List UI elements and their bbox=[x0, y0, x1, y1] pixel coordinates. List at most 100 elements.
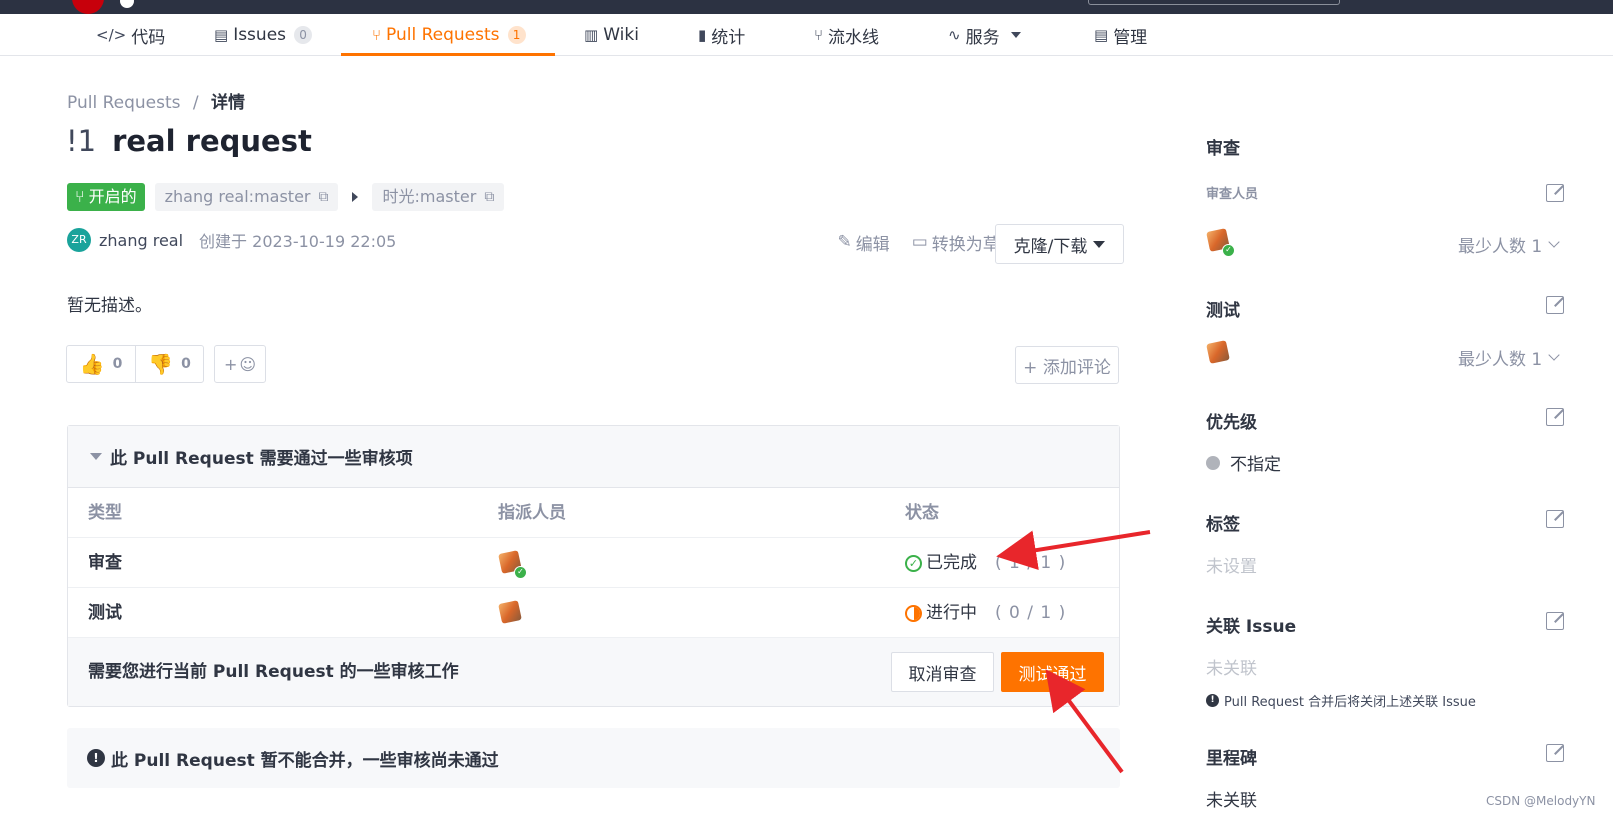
tab-label: 管理 bbox=[1113, 27, 1148, 48]
issue-value: 未关联 bbox=[1206, 659, 1257, 679]
status-text: 已完成 bbox=[926, 553, 977, 573]
sidebar-test-title: 测试 bbox=[1206, 301, 1240, 321]
pr-description: 暂无描述。 bbox=[67, 296, 152, 316]
status-text: 进行中 bbox=[926, 603, 977, 623]
tab-wiki[interactable]: ▥ Wiki bbox=[584, 14, 639, 56]
issues-count-badge: 0 bbox=[294, 26, 313, 44]
milestone-text: 未关联 bbox=[1206, 791, 1257, 811]
issues-icon: ▤ bbox=[214, 26, 229, 44]
issue-note: ! Pull Request 合并后将关闭上述关联 Issue bbox=[1206, 691, 1476, 710]
row-type: 审查 bbox=[88, 553, 122, 573]
edit-priority-icon[interactable] bbox=[1546, 408, 1564, 426]
table-row: 测试 进行中 ( 0 / 1 ) bbox=[68, 588, 1119, 638]
sidebar-milestone-title: 里程碑 bbox=[1206, 749, 1257, 769]
avatar-image bbox=[498, 600, 522, 624]
source-branch: zhang real:master ⧉ bbox=[154, 183, 339, 211]
logo-icon[interactable] bbox=[72, 0, 104, 14]
tester-avatar[interactable] bbox=[498, 600, 524, 626]
in-progress-icon bbox=[905, 604, 922, 622]
thumbs-up-count: 0 bbox=[112, 356, 123, 372]
edit-milestone-icon[interactable] bbox=[1546, 744, 1564, 762]
priority-dot-icon bbox=[1206, 455, 1220, 470]
sidebar-priority-title: 优先级 bbox=[1206, 413, 1257, 433]
priority-value: 不指定 bbox=[1206, 450, 1281, 475]
arrow-right-icon bbox=[352, 192, 359, 202]
created-time: 创建于 2023-10-19 22:05 bbox=[199, 232, 397, 251]
chevron-down-icon bbox=[1548, 349, 1560, 361]
target-branch-name: 时光:master bbox=[382, 187, 477, 206]
avatar-image bbox=[1206, 340, 1230, 364]
breadcrumb-root-link[interactable]: Pull Requests bbox=[67, 93, 181, 113]
clone-download-button[interactable]: 克隆/下载 bbox=[995, 224, 1124, 264]
check-icon: ✓ bbox=[514, 566, 527, 579]
collapse-icon bbox=[90, 453, 102, 460]
test-pass-button[interactable]: 测试通过 bbox=[1001, 652, 1104, 692]
chart-icon: ▮ bbox=[698, 26, 707, 44]
chevron-down-icon bbox=[1093, 240, 1106, 248]
edit-button[interactable]: ✎ 编辑 bbox=[837, 230, 889, 255]
sidebar-labels-title: 标签 bbox=[1206, 515, 1240, 535]
warning-icon: ! bbox=[87, 749, 105, 767]
tab-code[interactable]: </> 代码 bbox=[96, 14, 165, 56]
add-reaction-plus: + bbox=[223, 354, 238, 374]
repo-tabs: </> 代码 ▤ Issues 0 ⑂ Pull Requests 1 ▥ Wi… bbox=[0, 14, 1613, 56]
edit-labels-icon[interactable] bbox=[1546, 510, 1564, 528]
status-ratio: ( 1 / 1 ) bbox=[995, 553, 1067, 573]
manage-icon: ▤ bbox=[1094, 26, 1109, 44]
tab-label: 统计 bbox=[711, 27, 746, 48]
thumbs-up-button[interactable]: 👍 0 bbox=[67, 346, 135, 382]
author-row: ZR zhang real 创建于 2023-10-19 22:05 bbox=[67, 228, 396, 252]
avatar[interactable]: ZR bbox=[67, 228, 91, 252]
status-label: 开启的 bbox=[88, 187, 137, 206]
tab-manage[interactable]: ▤ 管理 bbox=[1094, 14, 1147, 56]
tab-stats[interactable]: ▮ 统计 bbox=[698, 14, 745, 56]
min-reviewers-value: 最少人数 1 bbox=[1458, 237, 1543, 257]
pr-status-row: ⑂ 开启的 zhang real:master ⧉ 时光:master ⧉ bbox=[67, 183, 505, 211]
review-table-header: 类型 指派人员 状态 bbox=[68, 488, 1119, 538]
reviewer-avatar[interactable]: ✓ bbox=[498, 550, 527, 579]
tester-avatar[interactable] bbox=[1206, 340, 1232, 366]
top-navbar bbox=[0, 0, 1613, 14]
edit-testers-icon[interactable] bbox=[1546, 296, 1564, 314]
min-reviewers-select[interactable]: 最少人数 1 bbox=[1458, 232, 1560, 257]
tab-label: 流水线 bbox=[828, 27, 880, 48]
sidebar-review-title: 审查 bbox=[1206, 139, 1240, 159]
author-name[interactable]: zhang real bbox=[99, 231, 183, 250]
review-panel-title: 此 Pull Request 需要通过一些审核项 bbox=[110, 449, 413, 469]
tab-services[interactable]: ∿ 服务 bbox=[948, 14, 1021, 56]
add-reaction-button[interactable]: + ☺ bbox=[214, 345, 266, 383]
sidebar-reviewers-label: 审查人员 bbox=[1206, 187, 1259, 202]
status-ratio: ( 0 / 1 ) bbox=[995, 603, 1067, 623]
global-search-input[interactable] bbox=[1088, 0, 1340, 5]
copy-icon[interactable]: ⧉ bbox=[484, 183, 494, 211]
pr-number: !1 bbox=[66, 124, 97, 158]
row-type: 测试 bbox=[88, 603, 122, 623]
check-icon: ✓ bbox=[1222, 244, 1235, 257]
merge-notice: ! 此 Pull Request 暂不能合并，一些审核尚未通过 bbox=[67, 728, 1120, 788]
edit-reviewers-icon[interactable] bbox=[1546, 184, 1564, 202]
pulse-icon: ∿ bbox=[948, 26, 961, 44]
tab-pipeline[interactable]: ⑂ 流水线 bbox=[814, 14, 879, 56]
copy-icon[interactable]: ⧉ bbox=[318, 183, 328, 211]
add-comment-button[interactable]: + 添加评论 bbox=[1015, 346, 1119, 384]
pipeline-icon: ⑂ bbox=[814, 26, 824, 44]
review-footer-message: 需要您进行当前 Pull Request 的一些审核工作 bbox=[88, 662, 459, 682]
active-tab-indicator bbox=[341, 53, 555, 56]
breadcrumb-current: 详情 bbox=[211, 93, 246, 113]
thumbs-down-button[interactable]: 👎 0 bbox=[135, 346, 203, 382]
min-testers-select[interactable]: 最少人数 1 bbox=[1458, 345, 1560, 370]
review-panel-header[interactable]: 此 Pull Request 需要通过一些审核项 bbox=[68, 426, 1119, 488]
table-row: 审查 ✓ ✓ 已完成 ( 1 / 1 ) bbox=[68, 538, 1119, 588]
status-badge: ⑂ 开启的 bbox=[67, 183, 145, 211]
column-assignee: 指派人员 bbox=[498, 503, 566, 523]
tab-issues[interactable]: ▤ Issues 0 bbox=[214, 14, 313, 56]
issue-note-text: Pull Request 合并后将关闭上述关联 Issue bbox=[1224, 695, 1476, 710]
source-branch-name: zhang real:master bbox=[164, 187, 311, 206]
priority-text: 不指定 bbox=[1230, 455, 1281, 475]
edit-label: 编辑 bbox=[855, 234, 890, 255]
reviewer-avatar[interactable]: ✓ bbox=[1206, 228, 1235, 257]
review-table: 类型 指派人员 状态 审查 ✓ ✓ 已完成 ( 1 / 1 ) 测试 进行中 (… bbox=[68, 488, 1119, 638]
tab-pull-requests[interactable]: ⑂ Pull Requests 1 bbox=[372, 14, 526, 56]
edit-issue-icon[interactable] bbox=[1546, 612, 1564, 630]
cancel-review-button[interactable]: 取消审查 bbox=[891, 652, 994, 692]
